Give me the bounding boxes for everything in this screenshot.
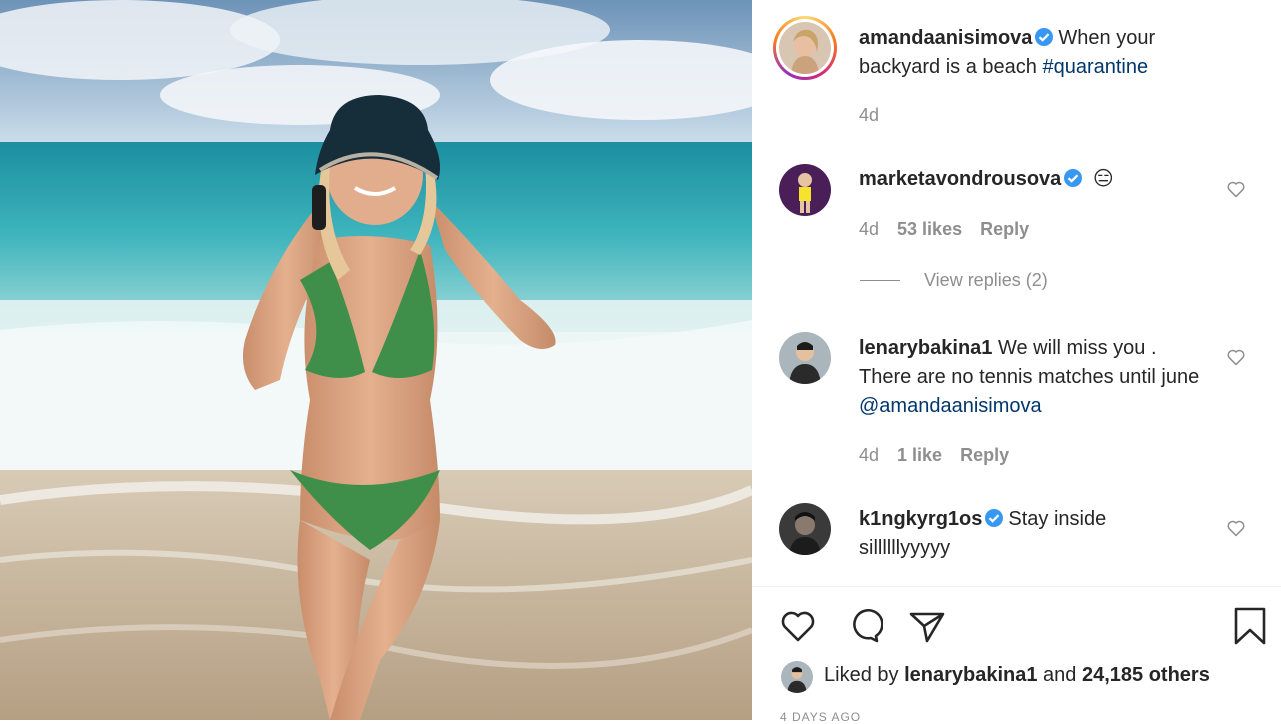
comment-like-icon[interactable] <box>1226 518 1246 538</box>
reply-button[interactable]: Reply <box>960 445 1009 465</box>
comment-avatar[interactable] <box>779 503 831 555</box>
share-icon[interactable] <box>907 606 947 646</box>
post-date[interactable]: 4 DAYS AGO <box>780 710 861 724</box>
view-replies-button[interactable]: View replies (2) <box>860 270 1048 291</box>
comment-icon[interactable] <box>843 606 883 646</box>
likes-and: and <box>1043 664 1077 686</box>
liked-by-user[interactable]: lenarybakina1 <box>904 664 1037 686</box>
comment-meta: 4d 53 likes Reply <box>859 219 1047 240</box>
comment-text: 😑 <box>1092 168 1114 190</box>
comment-mention[interactable]: @amandaanisimova <box>859 395 1042 417</box>
comment-likes[interactable]: 1 like <box>897 445 942 465</box>
comment-like-icon[interactable] <box>1226 347 1246 367</box>
comment-username[interactable]: k1ngkyrg1os <box>859 508 982 530</box>
post-time[interactable]: 4d <box>859 105 879 126</box>
like-icon[interactable] <box>778 606 818 646</box>
likes-others[interactable]: 24,185 others <box>1082 664 1210 686</box>
caption-hashtag[interactable]: #quarantine <box>1042 56 1148 78</box>
verified-badge-icon <box>1064 169 1083 187</box>
author-avatar[interactable] <box>779 22 831 74</box>
reply-button[interactable]: Reply <box>980 219 1029 239</box>
comment-body: marketavondrousova 😑 <box>859 165 1199 194</box>
comment-body: lenarybakina1 We will miss you . There a… <box>859 334 1209 421</box>
actions-divider <box>752 586 1281 587</box>
comment-avatar[interactable] <box>779 164 831 216</box>
comment-avatar[interactable] <box>779 332 831 384</box>
post-photo[interactable] <box>0 0 752 720</box>
comment-like-icon[interactable] <box>1226 179 1246 199</box>
comment-meta: 4d 1 like Reply <box>859 445 1027 466</box>
verified-badge-icon <box>1035 28 1054 46</box>
post-caption: amandaanisimova When your backyard is a b… <box>859 24 1219 82</box>
comment-time[interactable]: 4d <box>859 445 879 465</box>
comment-time[interactable]: 4d <box>859 219 879 239</box>
bookmark-icon[interactable] <box>1230 606 1270 646</box>
view-replies-label: View replies (2) <box>924 270 1048 290</box>
comment-username[interactable]: marketavondrousova <box>859 168 1061 190</box>
liked-by-avatar[interactable] <box>781 661 813 693</box>
comment-body: k1ngkyrg1os Stay inside sillllllyyyyy <box>859 505 1199 563</box>
verified-badge-icon <box>985 509 1004 527</box>
comment-likes[interactable]: 53 likes <box>897 219 962 239</box>
likes-prefix: Liked by <box>824 664 899 686</box>
likes-summary: Liked by lenarybakina1 and 24,185 others <box>824 664 1210 687</box>
comment-username[interactable]: lenarybakina1 <box>859 337 992 359</box>
author-username[interactable]: amandaanisimova <box>859 27 1032 49</box>
